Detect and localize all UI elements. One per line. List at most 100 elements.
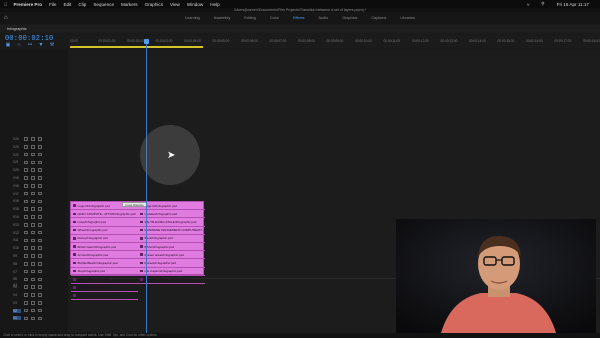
sync-icon[interactable] [31, 184, 35, 188]
timeline-clip[interactable]: Background/Infographic.psd [71, 292, 138, 301]
eye-icon[interactable] [38, 191, 42, 196]
nest-icon[interactable]: ▣ [5, 42, 11, 48]
track-header-v19[interactable]: V19 [13, 175, 45, 181]
track-label[interactable]: V2 [13, 308, 21, 313]
workspace-audio[interactable]: Audio [312, 16, 336, 20]
track-header-v24[interactable]: V24 [13, 136, 45, 142]
sync-icon[interactable] [31, 191, 35, 196]
workspace-learning[interactable]: Learning [178, 16, 207, 20]
workspace-editing[interactable]: Editing [237, 16, 263, 20]
sync-icon[interactable] [31, 199, 35, 204]
timeline-clip[interactable]: Planets/Infographic.psd [138, 259, 205, 268]
linked-selection-icon[interactable]: ⚯ [27, 42, 33, 48]
eye-icon[interactable] [38, 246, 42, 250]
eye-icon[interactable] [38, 145, 42, 149]
clock[interactable]: Fri 16 Apr 11:17 [557, 2, 589, 7]
eye-icon[interactable] [38, 223, 42, 227]
search-icon[interactable]: ⚲ [541, 1, 544, 7]
lock-icon[interactable] [24, 145, 28, 149]
track-label[interactable]: V3 [13, 301, 21, 305]
track-label[interactable]: V4 [13, 293, 21, 297]
track-header-v12[interactable]: V12 [13, 230, 45, 236]
transition-cross-dissolve[interactable]: Cross Dissolve [122, 202, 147, 207]
timeline-clip[interactable]: Bubble/Beach/Infographic.psd [71, 259, 138, 268]
eye-icon[interactable] [38, 168, 42, 172]
eye-icon[interactable] [38, 184, 42, 188]
sync-icon[interactable] [31, 308, 35, 313]
timeline-clip[interactable]: Lines/Infographic.psd [71, 218, 138, 227]
sync-icon[interactable] [31, 293, 35, 297]
lock-icon[interactable] [24, 215, 28, 219]
track-header-v18[interactable]: V18 [13, 183, 45, 189]
eye-icon[interactable] [38, 230, 42, 235]
workspace-captions[interactable]: Captions [364, 16, 393, 20]
track-label[interactable]: V6 [13, 277, 21, 281]
eye-icon[interactable] [38, 301, 42, 305]
eye-icon[interactable] [38, 215, 42, 219]
sync-icon[interactable] [31, 176, 35, 180]
add-marker-icon[interactable]: ▼ [38, 42, 44, 48]
lock-icon[interactable] [24, 176, 28, 180]
track-header-v23[interactable]: V23 [13, 144, 45, 150]
sync-icon[interactable] [31, 160, 35, 165]
track-label[interactable]: V23 [13, 145, 21, 149]
track-header-v16[interactable]: V16 [13, 198, 45, 204]
sync-icon[interactable] [31, 262, 35, 266]
eye-icon[interactable] [38, 262, 42, 266]
menu-edit[interactable]: Edit [63, 2, 71, 7]
workspace-libraries[interactable]: Libraries [393, 16, 422, 20]
sync-icon[interactable] [31, 230, 35, 235]
lock-icon[interactable] [24, 207, 28, 211]
timeline-clip[interactable]: Field/Infographic.psd [71, 284, 138, 293]
sync-icon[interactable] [31, 269, 35, 274]
timeline-clip[interactable]: Arrows/Infographic.psd [71, 251, 138, 260]
sync-icon[interactable] [31, 301, 35, 305]
track-label[interactable]: V9 [13, 254, 21, 258]
track-label[interactable]: V22 [13, 153, 21, 157]
eye-icon[interactable] [38, 137, 42, 141]
apple-menu-icon[interactable]:  [4, 2, 7, 7]
track-header-v1[interactable]: V1 [13, 315, 45, 321]
track-header-v2[interactable]: V2 [13, 308, 45, 314]
track-header-v10[interactable]: V10 [13, 245, 45, 251]
timeline-clip[interactable]: British/Infographic.psd [138, 243, 205, 252]
track-header-v3[interactable]: V3 [13, 300, 45, 306]
timeline-clip[interactable]: Drawer areas/Infographic.psd [138, 251, 205, 260]
timeline-clip[interactable]: Life Caption/Infographic.psd [138, 268, 205, 276]
timeline-clip[interactable]: MANWENE MANGEMENT-COMPUTER/IT... [138, 227, 205, 235]
track-label[interactable]: V14 [13, 215, 21, 219]
eye-icon[interactable] [38, 207, 42, 211]
lock-icon[interactable] [24, 184, 28, 188]
menu-markers[interactable]: Markers [121, 2, 138, 7]
track-label[interactable]: V7 [13, 270, 21, 274]
lock-icon[interactable] [24, 269, 28, 274]
track-label[interactable]: V19 [13, 176, 21, 180]
lock-icon[interactable] [24, 137, 28, 141]
eye-icon[interactable] [38, 277, 42, 282]
workspace-effects[interactable]: Effects [286, 16, 312, 20]
lock-icon[interactable] [24, 160, 28, 165]
timeline-clip[interactable]: Updates/Infographic.psd [138, 210, 205, 219]
track-header-v8[interactable]: V8 [13, 261, 45, 267]
lock-icon[interactable] [24, 191, 28, 196]
timeline-clip[interactable]: Bank/Infographic.psd [138, 235, 205, 243]
track-header-v22[interactable]: V22 [13, 152, 45, 158]
timeline-clip[interactable]: WE TR-EVIRO-ATHLE/Infographic.psd [138, 218, 205, 227]
track-label[interactable]: V24 [13, 137, 21, 141]
timeline-clip[interactable]: Stop/Infographic.psd [71, 268, 138, 276]
eye-icon[interactable] [38, 316, 42, 321]
sync-icon[interactable] [31, 277, 35, 282]
menu-file[interactable]: File [49, 2, 56, 7]
timeline-clip[interactable]: HNDY-COMPUTE...ATTOR/Infographic.psd [71, 210, 138, 219]
workspace-assembly[interactable]: Assembly [207, 16, 237, 20]
track-header-v7[interactable]: V7 [13, 269, 45, 275]
track-header-v9[interactable]: V9 [13, 253, 45, 259]
menu-window[interactable]: Window [187, 2, 203, 7]
sync-icon[interactable] [31, 246, 35, 250]
clip-stack[interactable]: Logo-01/Infographic.psd HNDY-COMPUTE...AT… [70, 201, 205, 301]
track-label[interactable]: V1 [13, 316, 21, 321]
lock-icon[interactable] [24, 308, 28, 313]
home-icon[interactable]: ⌂ [4, 15, 10, 21]
menu-sequence[interactable]: Sequence [93, 2, 114, 7]
track-label[interactable]: V17 [13, 192, 21, 196]
